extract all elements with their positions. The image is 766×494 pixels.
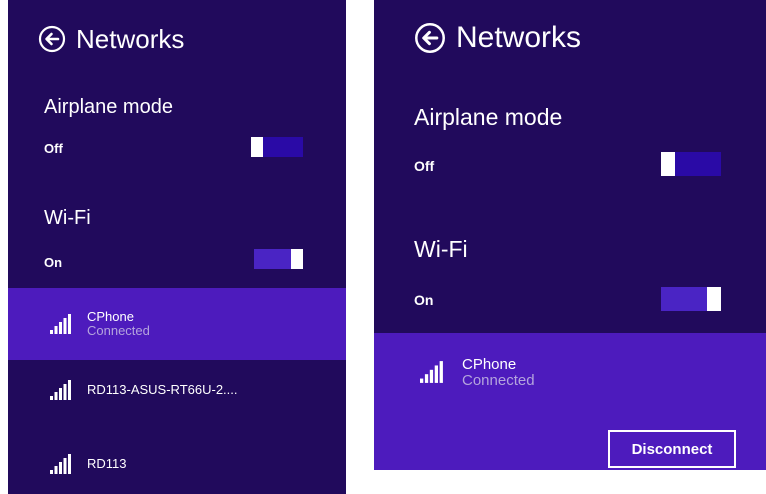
page-title: Networks [456, 21, 582, 54]
panel-header: Networks [38, 25, 184, 53]
networks-panel-left: Networks Airplane mode Off Wi-Fi On CPho… [8, 0, 346, 494]
toggle-thumb [251, 137, 263, 157]
airplane-mode-state: Off [414, 158, 435, 174]
disconnect-button[interactable]: Disconnect [608, 430, 736, 468]
wifi-signal-icon [50, 454, 72, 474]
network-name: RD113 [87, 456, 127, 472]
wifi-signal-icon [420, 361, 444, 383]
networks-panel-right: Networks Airplane mode Off Wi-Fi On CPho… [374, 0, 766, 470]
network-status: Connected [87, 323, 150, 338]
toggle-thumb [661, 152, 675, 176]
airplane-mode-toggle[interactable] [251, 137, 303, 157]
wifi-state: On [44, 255, 63, 270]
wifi-label: Wi-Fi [44, 207, 91, 229]
airplane-mode-label: Airplane mode [44, 96, 173, 118]
network-name: CPhone [462, 356, 517, 373]
toggle-thumb [291, 249, 303, 269]
network-item-rd113[interactable]: RD113 [8, 436, 346, 492]
airplane-mode-label: Airplane mode [414, 104, 563, 130]
back-arrow-circle-icon[interactable] [38, 25, 66, 53]
toggle-thumb [707, 287, 721, 311]
network-item-cphone[interactable]: CPhone Connected Disconnect [374, 333, 766, 470]
wifi-state: On [414, 292, 434, 308]
page-title: Networks [76, 24, 185, 54]
network-name: RD113-ASUS-RT66U-2.... [87, 382, 238, 398]
airplane-mode-toggle[interactable] [661, 152, 721, 176]
network-status: Connected [462, 371, 535, 389]
wifi-signal-icon [50, 380, 72, 400]
back-arrow-circle-icon[interactable] [414, 22, 446, 54]
wifi-label: Wi-Fi [414, 236, 468, 262]
panel-header: Networks [414, 22, 581, 54]
network-item-rd113-asus[interactable]: RD113-ASUS-RT66U-2.... [8, 362, 346, 418]
network-name: CPhone [87, 309, 134, 325]
wifi-toggle[interactable] [254, 249, 303, 269]
airplane-mode-state: Off [44, 141, 63, 156]
wifi-signal-icon [50, 314, 72, 334]
wifi-toggle[interactable] [661, 287, 721, 311]
network-item-cphone[interactable]: CPhone Connected [8, 288, 346, 360]
